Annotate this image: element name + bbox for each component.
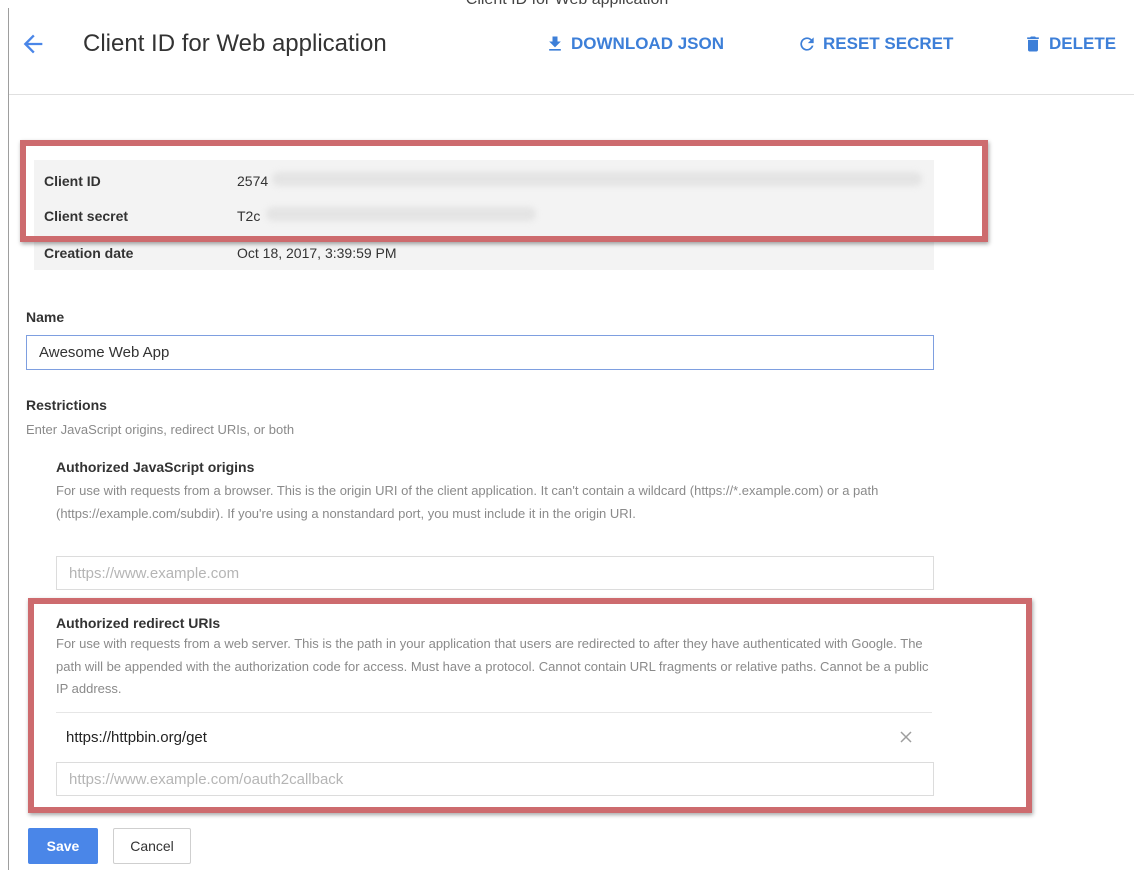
reset-secret-button[interactable]: RESET SECRET <box>797 34 953 54</box>
restrictions-subtitle: Enter JavaScript origins, redirect URIs,… <box>26 422 295 437</box>
js-origins-help: For use with requests from a browser. Th… <box>56 483 879 521</box>
creation-date-value: Oct 18, 2017, 3:39:59 PM <box>237 245 397 261</box>
download-icon <box>549 36 561 51</box>
reset-secret-label: RESET SECRET <box>823 34 954 53</box>
name-label: Name <box>26 309 65 325</box>
page-header: Client ID for Web application DOWNLOAD J… <box>9 8 1134 95</box>
download-json-label: DOWNLOAD JSON <box>571 34 724 53</box>
js-origin-input[interactable] <box>56 556 934 590</box>
name-input[interactable] <box>26 335 934 370</box>
delete-button[interactable]: DELETE <box>1023 34 1116 54</box>
window-edge <box>8 8 9 870</box>
download-json-button[interactable]: DOWNLOAD JSON <box>545 34 724 54</box>
highlight-box-credentials <box>20 140 988 242</box>
cancel-button[interactable]: Cancel <box>113 828 191 864</box>
highlight-box-redirect-uris <box>28 598 1032 813</box>
page-title: Client ID for Web application <box>83 30 387 57</box>
restrictions-label: Restrictions <box>26 397 107 413</box>
back-arrow-icon[interactable] <box>19 30 47 58</box>
creation-date-label: Creation date <box>44 245 134 261</box>
js-origins-label: Authorized JavaScript origins <box>56 459 255 475</box>
delete-label: DELETE <box>1049 34 1117 53</box>
top-cropped-title: Client ID for Web application <box>0 0 1134 8</box>
save-button[interactable]: Save <box>28 828 98 864</box>
refresh-icon <box>800 37 814 51</box>
trash-icon <box>1027 36 1039 52</box>
